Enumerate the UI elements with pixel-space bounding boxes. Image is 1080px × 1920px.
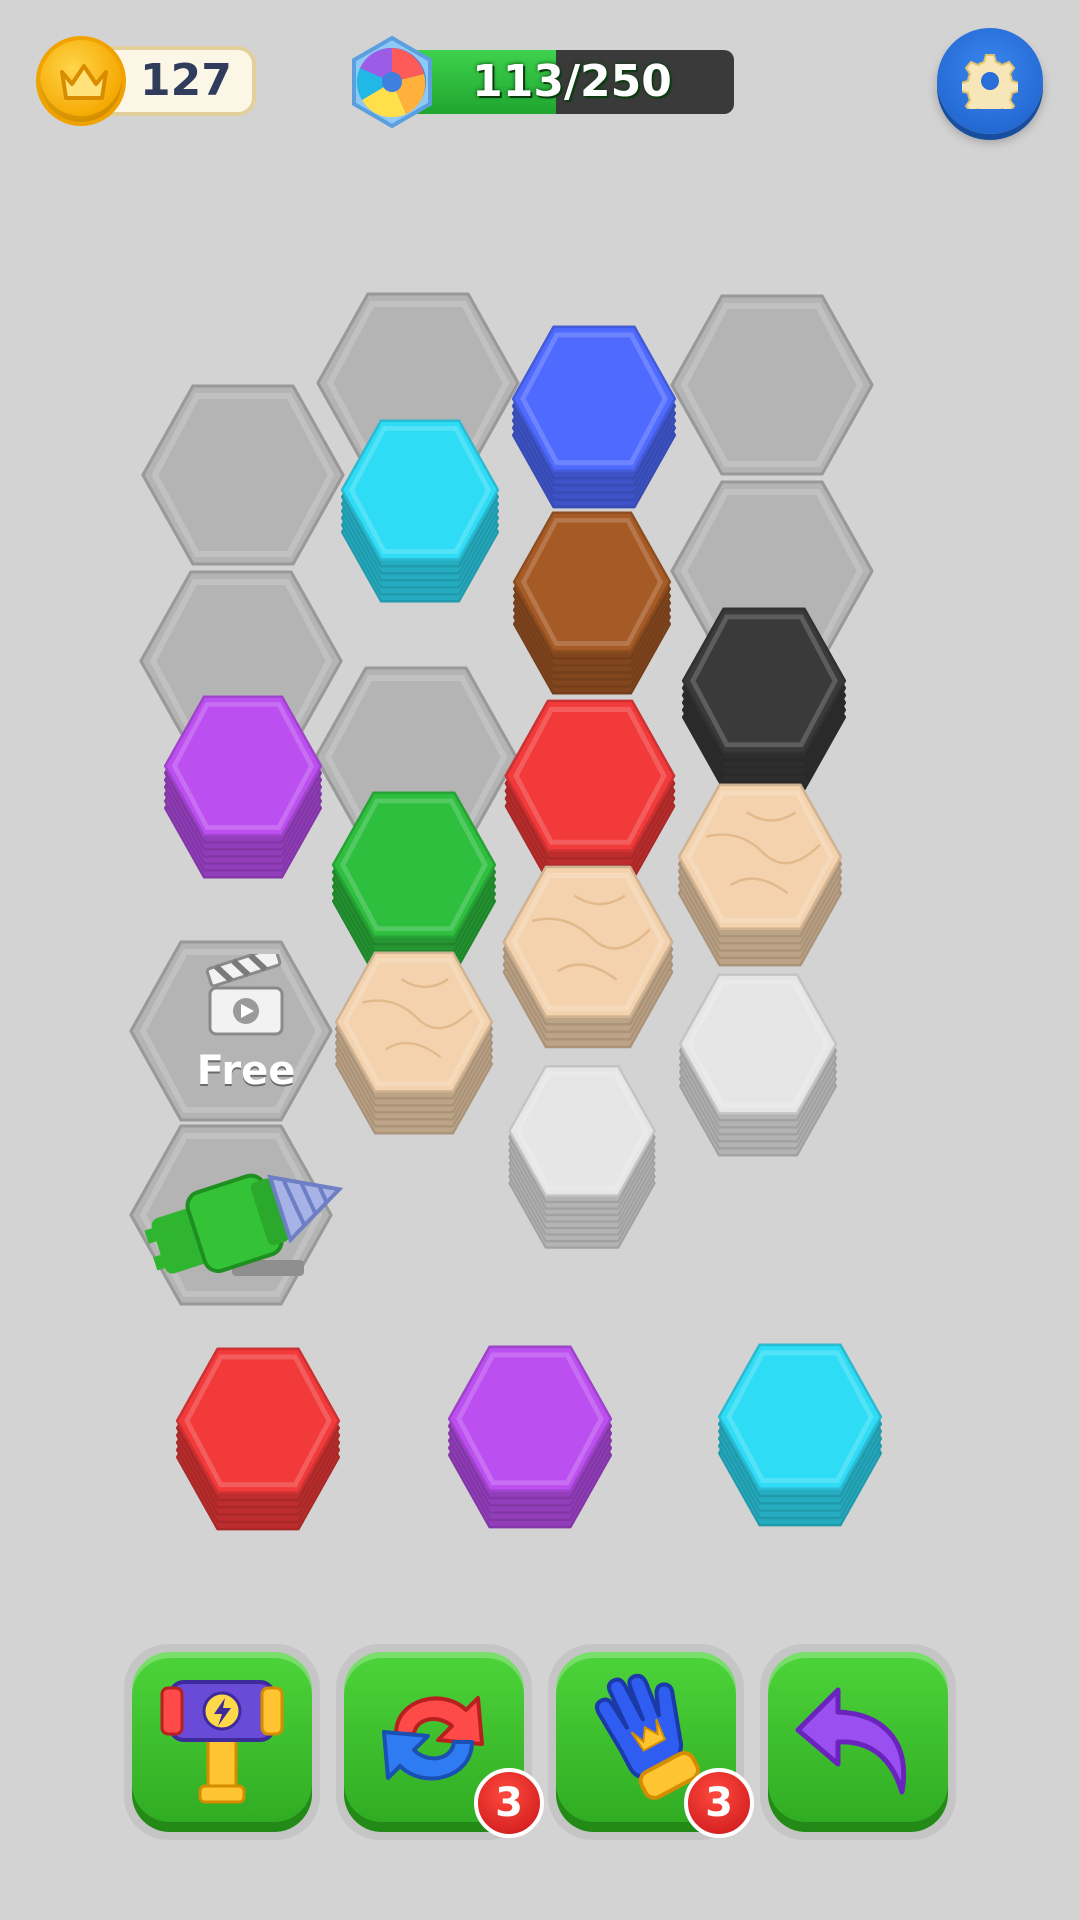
undo-tool-button[interactable]	[760, 1644, 956, 1840]
shuffle-count-badge: 3	[474, 1768, 544, 1838]
hammer-icon	[160, 1680, 284, 1804]
glove-tool-button[interactable]: 3	[548, 1644, 754, 1840]
tray-hex-stack-red[interactable]	[152, 1344, 364, 1534]
clapperboard-icon	[205, 954, 284, 1036]
tray-hex-stack-purple[interactable]	[424, 1342, 636, 1532]
undo-arrow-icon	[795, 1687, 907, 1795]
tray-hex-stack-cyan[interactable]	[694, 1340, 906, 1530]
hex-stack-white[interactable]	[476, 1062, 688, 1252]
glove-count-badge: 3	[684, 1768, 754, 1838]
hammer-tool-button[interactable]	[124, 1644, 320, 1840]
drill-icon[interactable]	[142, 1128, 352, 1298]
shuffle-tool-button[interactable]: 3	[336, 1644, 544, 1840]
hex-board	[0, 0, 1080, 1920]
free-cell-label: Free	[196, 1048, 296, 1094]
